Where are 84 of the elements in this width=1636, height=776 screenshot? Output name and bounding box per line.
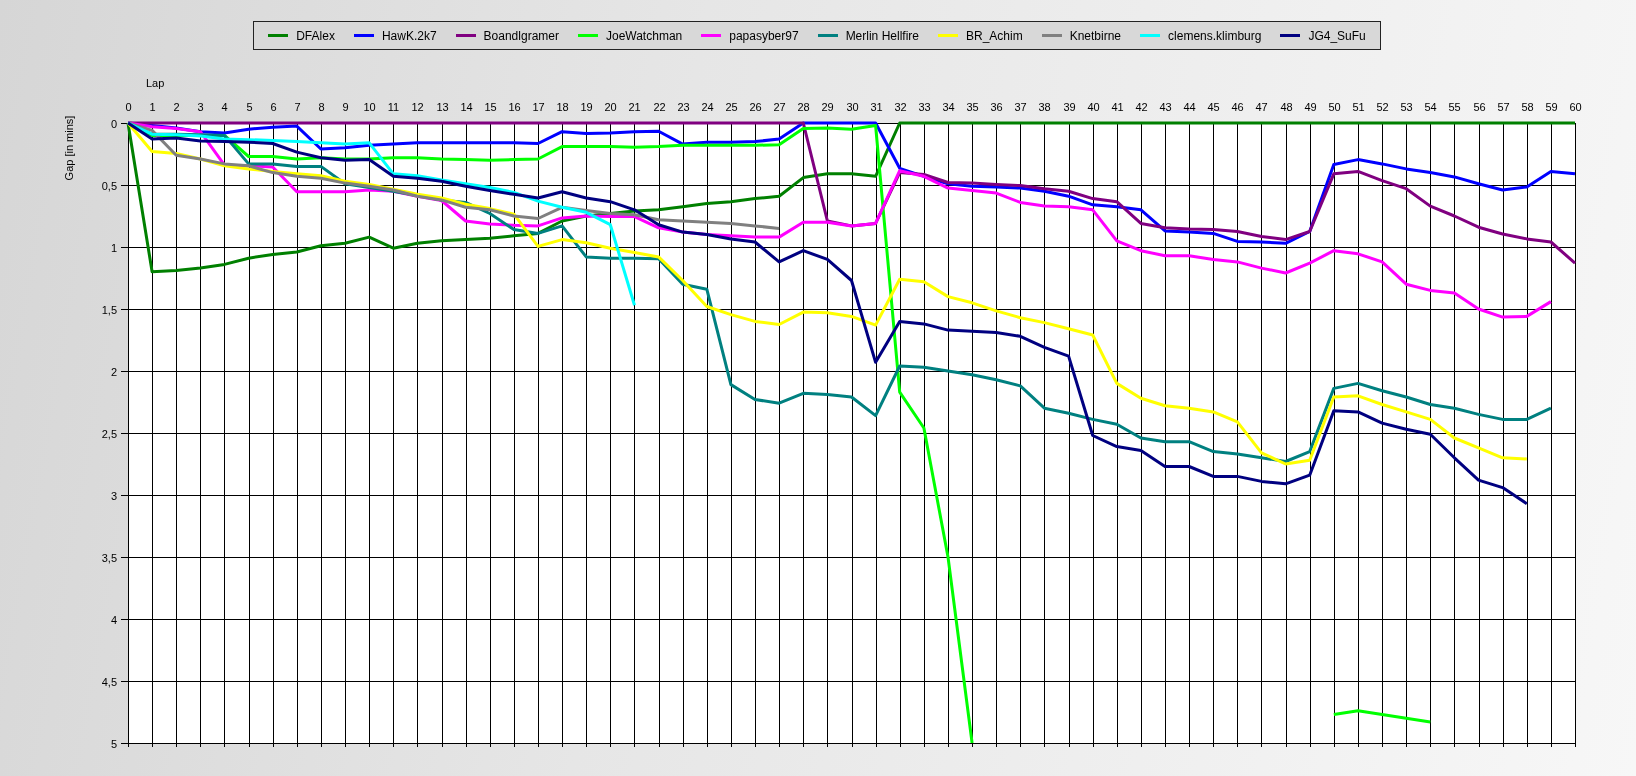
legend-label: JoeWatchman — [605, 28, 683, 43]
legend-label: Merlin Hellfire — [845, 28, 919, 43]
axis-tick-label: 43 — [1159, 101, 1172, 113]
axis-tick-label: 2,5 — [101, 427, 117, 440]
axis-tick-label: 25 — [725, 101, 738, 113]
axis-tick-label: 0 — [125, 101, 132, 113]
axis-tick-label: 4 — [110, 613, 117, 626]
legend-label: JG4_SuFu — [1308, 28, 1366, 43]
axis-tick-label: 52 — [1376, 101, 1389, 113]
axis-tick-label: 42 — [1135, 101, 1148, 113]
axis-tick-label: 13 — [436, 101, 449, 113]
axis-tick-label: 41 — [1111, 101, 1124, 113]
axis-title: Lap — [146, 77, 165, 89]
axis-tick-label: 49 — [1304, 101, 1317, 113]
axis-tick-label: 0,5 — [101, 179, 117, 192]
axis-tick-label: 28 — [797, 101, 810, 113]
axis-tick-label: 12 — [411, 101, 424, 113]
axis-tick-label: 22 — [653, 101, 666, 113]
axis-tick-label: 15 — [484, 101, 497, 113]
axis-tick-label: 31 — [870, 101, 883, 113]
axis-tick-label: 18 — [556, 101, 569, 113]
axis-tick-label: 5 — [110, 737, 117, 750]
axis-tick-label: 11 — [387, 101, 400, 113]
axis-tick-label: 44 — [1183, 101, 1196, 113]
axis-tick-label: 1 — [110, 241, 117, 254]
legend-label: papasyber97 — [729, 28, 799, 43]
axis-tick-label: 30 — [846, 101, 859, 113]
axis-tick-label: 14 — [460, 101, 473, 113]
axis-tick-label: 38 — [1038, 101, 1051, 113]
legend-label: Knetbirne — [1069, 28, 1122, 43]
axis-tick-label: 33 — [918, 101, 931, 113]
axis-tick-label: 4 — [221, 101, 228, 113]
axis-tick-label: 46 — [1231, 101, 1244, 113]
axis-tick-label: 60 — [1569, 101, 1582, 113]
axis-tick-label: 51 — [1352, 101, 1365, 113]
axis-tick-label: 3 — [197, 101, 204, 113]
axis-tick-label: 29 — [821, 101, 834, 113]
axis-tick-label: 1 — [149, 101, 156, 113]
axis-tick-label: 50 — [1328, 101, 1341, 113]
axis-tick-label: 10 — [363, 101, 376, 113]
axis-tick-label: 47 — [1255, 101, 1268, 113]
axis-tick-label: 23 — [677, 101, 690, 113]
axis-tick-label: 17 — [532, 101, 545, 113]
axis-tick-label: 59 — [1545, 101, 1558, 113]
axis-tick-label: 57 — [1497, 101, 1510, 113]
axis-tick-label: 40 — [1087, 101, 1100, 113]
axis-tick-label: 37 — [1014, 101, 1027, 113]
axis-tick-label: 3 — [110, 489, 117, 502]
axis-tick-label: 36 — [990, 101, 1003, 113]
legend-label: clemens.klimburg — [1168, 28, 1262, 43]
axis-tick-label: 3,5 — [101, 551, 117, 564]
axis-tick-label: 48 — [1280, 101, 1293, 113]
axis-tick-label: 4,5 — [101, 675, 117, 688]
axis-tick-label: 45 — [1207, 101, 1220, 113]
axis-tick-label: 32 — [894, 101, 907, 113]
legend-label: Boandlgramer — [483, 28, 559, 43]
axis-tick-label: 0 — [110, 117, 117, 130]
axis-tick-label: 27 — [773, 101, 786, 113]
axis-tick-label: 1,5 — [101, 303, 117, 316]
axis-tick-label: 9 — [342, 101, 349, 113]
axis-tick-label: 7 — [294, 101, 301, 113]
axis-tick-label: 58 — [1521, 101, 1534, 113]
axis-tick-label: 56 — [1473, 101, 1486, 113]
axis-tick-label: 16 — [508, 101, 521, 113]
axis-tick-label: 39 — [1063, 101, 1076, 113]
axis-tick-label: 2 — [173, 101, 180, 113]
axis-tick-label: 55 — [1448, 101, 1461, 113]
axis-tick-label: 26 — [749, 101, 762, 113]
axis-tick-label: 8 — [318, 101, 325, 113]
axis-tick-label: 2 — [110, 365, 117, 378]
legend-label: DFAlex — [296, 28, 335, 43]
legend-label: HawK.2k7 — [381, 28, 437, 43]
axis-tick-label: 34 — [942, 101, 955, 113]
axis-title: Gap [in mins] — [63, 115, 75, 181]
axis-tick-label: 6 — [270, 101, 277, 113]
axis-tick-label: 21 — [628, 101, 641, 113]
axis-tick-label: 35 — [966, 101, 979, 113]
axis-tick-label: 19 — [580, 101, 593, 113]
legend-label: BR_Achim — [966, 28, 1023, 43]
axis-tick-label: 20 — [604, 101, 617, 113]
axis-tick-label: 54 — [1424, 101, 1437, 113]
axis-tick-label: 24 — [701, 101, 714, 113]
axis-tick-label: 53 — [1400, 101, 1413, 113]
axis-tick-label: 5 — [246, 101, 253, 113]
